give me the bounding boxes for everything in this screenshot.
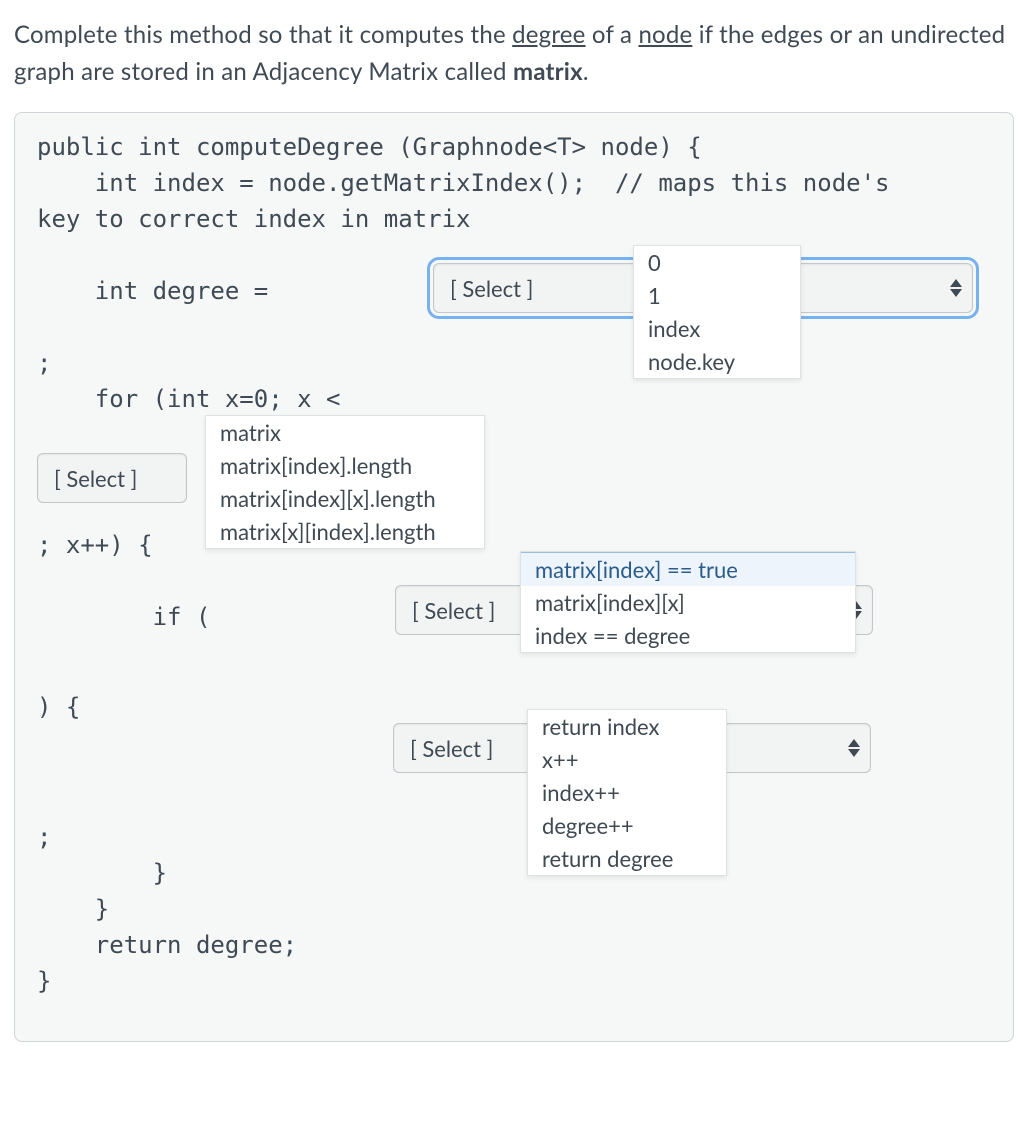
option-matrix-index-length[interactable]: matrix[index].length xyxy=(206,449,484,482)
code-line-2: int index = node.getMatrixIndex(); // ma… xyxy=(37,169,890,197)
option-return-degree[interactable]: return degree xyxy=(528,842,726,875)
option-index[interactable]: index xyxy=(634,312,800,345)
q-part2: of a xyxy=(586,20,639,49)
code-panel: public int computeDegree (Graphnode<T> n… xyxy=(14,112,1014,1042)
option-matrix-index-x-length[interactable]: matrix[index][x].length xyxy=(206,482,484,515)
q-bold-matrix: matrix xyxy=(513,57,583,86)
option-1[interactable]: 1 xyxy=(634,279,800,312)
option-matrixindex-true[interactable]: matrix[index] == true xyxy=(521,552,855,586)
q-part4: . xyxy=(583,57,589,86)
select-4-options[interactable]: return index x++ index++ degree++ return… xyxy=(527,709,727,876)
select-2-options[interactable]: matrix matrix[index].length matrix[index… xyxy=(205,415,485,549)
code-line-7: ; x++) { xyxy=(37,531,153,559)
question-text: Complete this method so that it computes… xyxy=(14,16,1014,90)
option-return-index[interactable]: return index xyxy=(528,710,726,743)
code-line-12: } xyxy=(37,895,109,923)
option-indexpp[interactable]: index++ xyxy=(528,776,726,809)
option-nodekey[interactable]: node.key xyxy=(634,345,800,378)
code-line-5: ; xyxy=(37,349,51,377)
code-line-4: int degree = xyxy=(37,277,283,305)
q-underline-degree: degree xyxy=(512,20,585,49)
select-3-label: [ Select ] xyxy=(412,597,495,624)
code-line-8: if ( xyxy=(37,603,225,631)
select-1-options[interactable]: 0 1 index node.key xyxy=(633,245,801,379)
option-matrix-x-index-length[interactable]: matrix[x][index].length xyxy=(206,515,484,548)
option-0[interactable]: 0 xyxy=(634,246,800,279)
stepper-icon xyxy=(848,739,860,757)
select-loop-bound[interactable]: [ Select ] xyxy=(37,453,187,503)
option-matrixindexx[interactable]: matrix[index][x] xyxy=(521,586,855,619)
option-xpp[interactable]: x++ xyxy=(528,743,726,776)
code-line-1: public int computeDegree (Graphnode<T> n… xyxy=(37,133,702,161)
code-line-6: for (int x=0; x < xyxy=(37,385,355,413)
code-line-13: return degree; xyxy=(37,931,297,959)
select-3-options[interactable]: matrix[index] == true matrix[index][x] i… xyxy=(520,551,856,653)
q-part1: Complete this method so that it computes… xyxy=(14,20,512,49)
option-degreepp[interactable]: degree++ xyxy=(528,809,726,842)
code-line-9: ) { xyxy=(37,693,80,721)
option-index-eq-degree[interactable]: index == degree xyxy=(521,619,855,652)
select-1-label: [ Select ] xyxy=(450,275,533,302)
select-2-label: [ Select ] xyxy=(54,465,137,492)
q-underline-node: node xyxy=(638,20,692,49)
stepper-icon xyxy=(950,279,962,297)
code-line-11: } xyxy=(37,859,167,887)
code-line-14: } xyxy=(37,967,51,995)
option-matrix[interactable]: matrix xyxy=(206,416,484,449)
code-line-3: key to correct index in matrix xyxy=(37,205,470,233)
select-4-label: [ Select ] xyxy=(410,735,493,762)
code-line-10: ; xyxy=(37,823,51,851)
